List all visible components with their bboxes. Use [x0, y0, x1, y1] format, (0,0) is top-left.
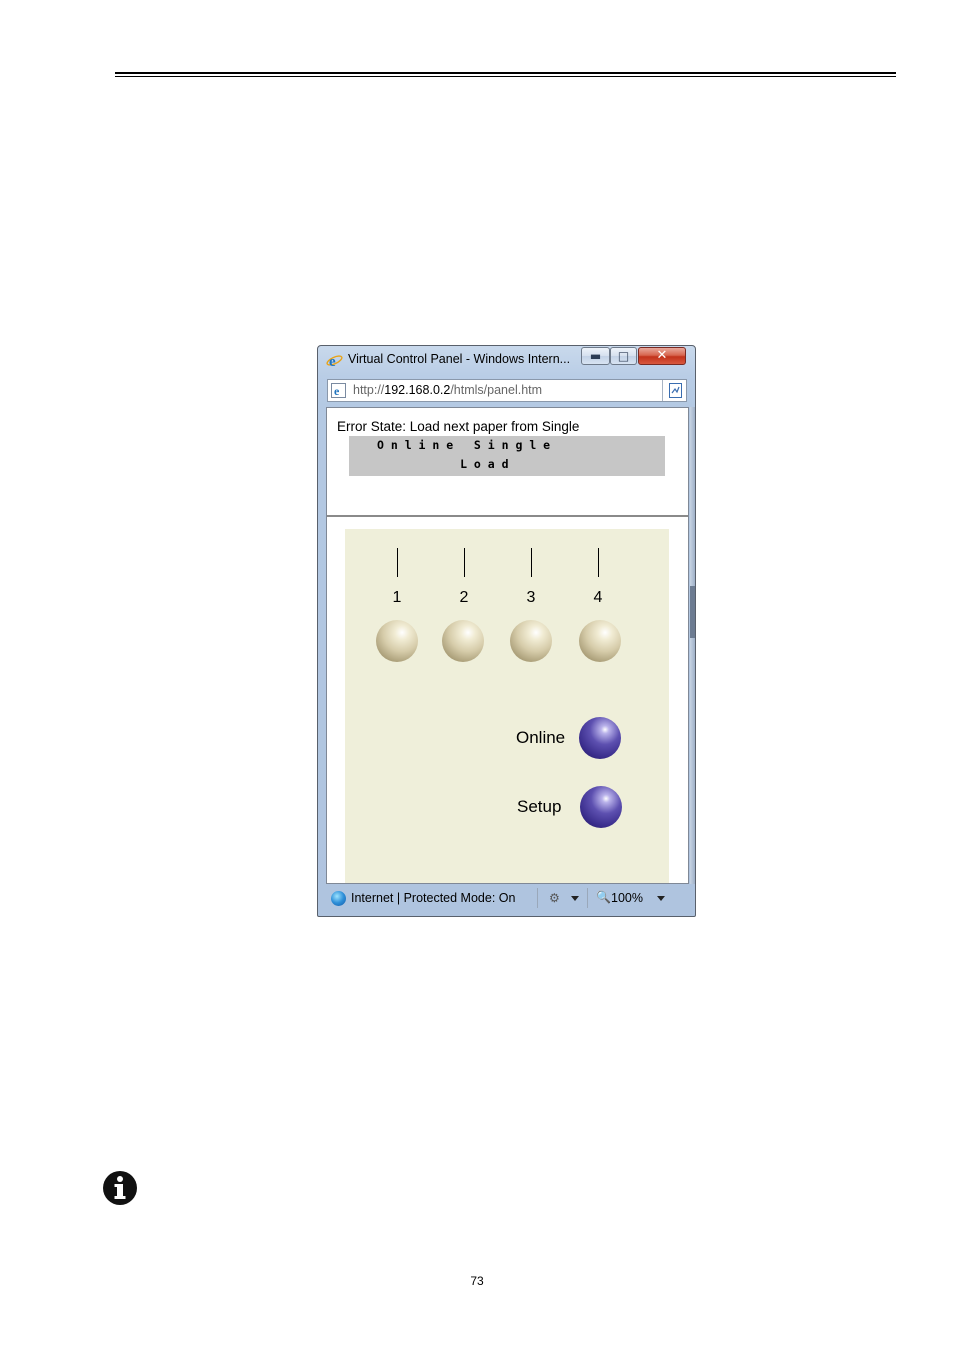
page-number: 73	[470, 1274, 484, 1288]
lcd-line-1: O n l i n e S i n g l e	[377, 438, 551, 452]
network-icon[interactable]: ⚙	[549, 891, 565, 905]
globe-icon	[331, 891, 346, 906]
error-state-text: Error State: Load next paper from Single	[337, 419, 580, 434]
header-rule	[115, 72, 896, 74]
control-panel: 1 2 3 4 Online Setup	[345, 529, 669, 883]
minimize-icon: ▬	[589, 349, 602, 363]
led-label-2: 2	[459, 589, 469, 606]
chevron-down-icon[interactable]	[571, 896, 579, 901]
led-indicator-1	[397, 548, 398, 577]
setup-button[interactable]	[580, 786, 622, 828]
page-content: Error State: Load next paper from Single…	[326, 407, 689, 884]
online-label: Online	[516, 728, 566, 747]
led-indicator-2	[464, 548, 465, 577]
info-icon	[103, 1171, 137, 1205]
led-light-4	[579, 620, 621, 662]
led-label-3: 3	[526, 589, 536, 606]
zoom-level[interactable]: 100%	[611, 891, 643, 905]
window-title: Virtual Control Panel - Windows Intern..…	[348, 352, 571, 366]
led-light-3	[510, 620, 552, 662]
url-text: http://192.168.0.2/htmls/panel.htm	[353, 383, 543, 397]
scrollbar-thumb[interactable]	[690, 586, 695, 638]
online-button[interactable]	[579, 717, 621, 759]
zoom-dropdown-icon[interactable]	[657, 896, 665, 901]
status-divider	[587, 888, 588, 908]
zoom-icon[interactable]: 🔍	[596, 890, 611, 904]
address-bar[interactable]: e http://192.168.0.2/htmls/panel.htm	[327, 379, 687, 402]
svg-text:e: e	[329, 354, 336, 369]
browser-window: e Virtual Control Panel - Windows Intern…	[317, 345, 696, 917]
display-frame: Error State: Load next paper from Single…	[327, 408, 688, 517]
lcd-display: O n l i n e S i n g l e L o a d	[349, 436, 665, 476]
close-icon: ✕	[656, 348, 668, 363]
maximize-button[interactable]: □	[610, 347, 637, 365]
internet-explorer-icon: e	[326, 354, 343, 369]
security-zone-text[interactable]: Internet | Protected Mode: On	[351, 891, 515, 905]
minimize-button[interactable]: ▬	[581, 347, 610, 365]
title-bar[interactable]: e Virtual Control Panel - Windows Intern…	[318, 346, 695, 374]
close-button[interactable]: ✕	[638, 347, 686, 365]
status-bar: Internet | Protected Mode: On ⚙ 🔍 100%	[323, 886, 691, 912]
led-label-4: 4	[593, 589, 603, 606]
led-label-1: 1	[392, 589, 402, 606]
page-icon: e	[331, 383, 346, 398]
led-indicator-3	[531, 548, 532, 577]
compatibility-view-icon[interactable]	[668, 383, 683, 398]
svg-text:e: e	[334, 384, 340, 398]
status-divider	[537, 888, 538, 908]
lcd-line-2: L o a d	[377, 457, 509, 471]
led-light-2	[442, 620, 484, 662]
address-divider	[662, 380, 663, 401]
led-indicator-4	[598, 548, 599, 577]
maximize-icon: □	[617, 349, 630, 363]
vertical-scrollbar[interactable]	[690, 407, 695, 884]
header-rule-thin	[115, 76, 896, 77]
led-light-1	[376, 620, 418, 662]
setup-label: Setup	[517, 797, 562, 816]
